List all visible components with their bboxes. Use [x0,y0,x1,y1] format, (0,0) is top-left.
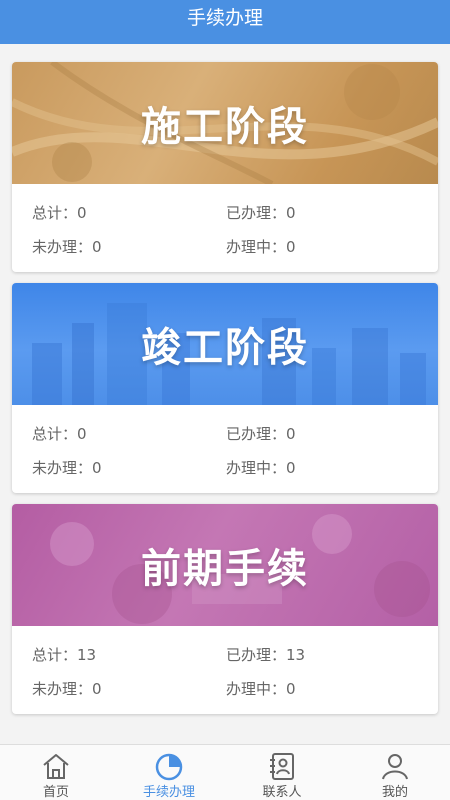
page-title: 手续办理 [186,7,263,29]
stat-todo: 未办理：0 [32,459,102,477]
tab-contacts[interactable]: 联系人 [226,745,338,800]
stat-done: 已办理：0 [226,204,296,222]
stage-card-preliminary[interactable]: 前期手续 总计：13 已办理：13 未办理：0 办理中：0 [12,504,438,714]
card-banner: 前期手续 [12,504,438,626]
user-icon [382,754,408,780]
card-title: 前期手续 [141,546,309,592]
content-area: 施工阶段 总计：0 已办理：0 未办理：0 办理中：0 竣工阶段 总计：0 已办… [0,44,450,744]
card-stats: 总计：13 已办理：13 未办理：0 办理中：0 [12,626,438,714]
contacts-icon [270,753,294,780]
card-banner: 施工阶段 [12,62,438,184]
stat-doing: 办理中：0 [226,238,296,256]
stat-total: 总计：0 [32,425,87,443]
tab-label: 联系人 [262,785,302,800]
tab-me[interactable]: 我的 [339,745,450,800]
stat-doing: 办理中：0 [226,459,296,477]
tab-label: 手续办理 [142,785,195,800]
stage-card-completion[interactable]: 竣工阶段 总计：0 已办理：0 未办理：0 办理中：0 [12,283,438,493]
stat-total: 总计：13 [32,646,97,664]
tab-label: 首页 [42,785,69,800]
card-stats: 总计：0 已办理：0 未办理：0 办理中：0 [12,405,438,493]
stat-todo: 未办理：0 [32,680,102,698]
procedure-icon [155,753,183,781]
tab-home[interactable]: 首页 [0,745,112,800]
stat-done: 已办理：0 [226,425,296,443]
card-banner: 竣工阶段 [12,283,438,405]
stat-todo: 未办理：0 [32,238,102,256]
tab-label: 我的 [381,785,408,800]
stat-total: 总计：0 [32,204,87,222]
app-header: 手续办理 [0,0,450,44]
stat-doing: 办理中：0 [226,680,296,698]
card-stats: 总计：0 已办理：0 未办理：0 办理中：0 [12,184,438,272]
home-icon [43,754,69,779]
stage-card-construction[interactable]: 施工阶段 总计：0 已办理：0 未办理：0 办理中：0 [12,62,438,272]
tab-procedure[interactable]: 手续办理 [113,745,225,800]
card-title: 施工阶段 [141,104,309,150]
bottom-tab-bar: 首页 手续办理 联系人 我的 [0,744,450,800]
stat-done: 已办理：13 [226,646,306,664]
card-title: 竣工阶段 [141,325,309,371]
